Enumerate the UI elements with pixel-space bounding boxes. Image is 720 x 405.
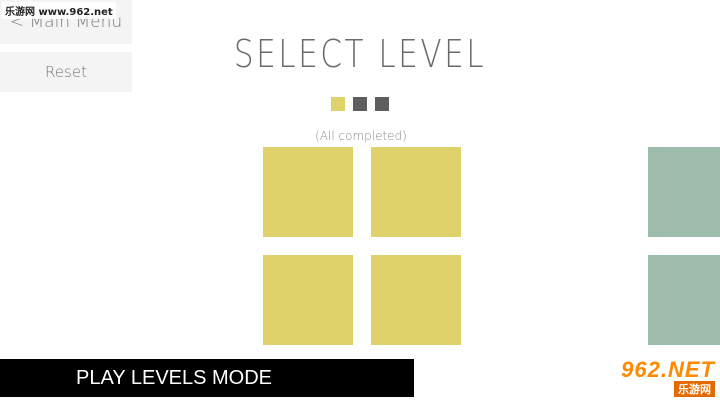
level-tile-2[interactable] bbox=[371, 147, 461, 237]
page-dot-1[interactable] bbox=[331, 97, 345, 111]
watermark-logo-sub: 乐游网 bbox=[674, 381, 715, 397]
page-dot-2[interactable] bbox=[353, 97, 367, 111]
level-tile-1[interactable] bbox=[263, 147, 353, 237]
next-page-tile-2[interactable] bbox=[648, 255, 720, 345]
mode-banner-label: PLAY LEVELS MODE bbox=[76, 366, 273, 389]
watermark-text: 乐游网 www.962.net bbox=[2, 2, 116, 19]
mode-banner: PLAY LEVELS MODE bbox=[0, 359, 414, 397]
watermark-logo-main: 962.NET bbox=[621, 357, 715, 382]
completion-status: (All completed) bbox=[315, 129, 407, 143]
level-tile-4[interactable] bbox=[371, 255, 461, 345]
page-dot-3[interactable] bbox=[375, 97, 389, 111]
watermark-logo: 962.NET 乐游网 bbox=[585, 355, 715, 399]
page-title: SELECT LEVEL bbox=[233, 32, 487, 76]
next-page-tile-1[interactable] bbox=[648, 147, 720, 237]
page-indicator bbox=[331, 97, 389, 111]
level-tile-3[interactable] bbox=[263, 255, 353, 345]
